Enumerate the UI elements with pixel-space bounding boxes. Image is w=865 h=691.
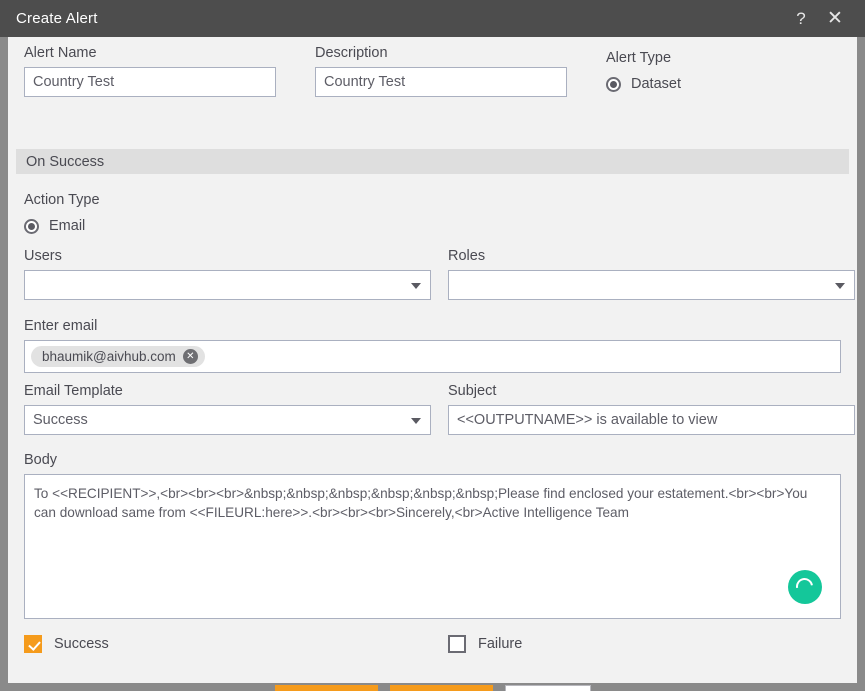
on-success-section-header: On Success — [16, 149, 849, 174]
action-type-radio-email[interactable]: Email — [24, 218, 100, 234]
body-textarea-wrapper — [24, 474, 841, 619]
alert-name-input[interactable] — [24, 67, 276, 97]
checkbox-failure-label: Failure — [478, 636, 523, 652]
checkbox-failure[interactable]: Failure — [448, 635, 522, 653]
subject-label: Subject — [448, 383, 497, 399]
on-success-section-label: On Success — [26, 153, 105, 170]
cancel-button[interactable]: Cancel — [504, 685, 591, 691]
checkbox-success[interactable]: Success — [24, 635, 109, 653]
roles-label: Roles — [448, 248, 486, 264]
enter-email-field-group: Enter email bhaumik@aivhub.com ✕ — [24, 318, 841, 373]
email-template-label: Email Template — [24, 383, 123, 399]
alert-type-radio-dataset[interactable]: Dataset — [606, 76, 826, 92]
email-chip-label: bhaumik@aivhub.com — [42, 349, 176, 364]
radio-selected-icon — [606, 76, 621, 92]
roles-field-group: Roles — [448, 248, 855, 300]
alert-name-label: Alert Name — [24, 45, 97, 61]
action-type-field-group: Action Type Email — [24, 192, 100, 234]
top-fields-row: Alert Name Description Alert Type Datase… — [16, 45, 849, 117]
submit-button[interactable]: Submit — [389, 685, 493, 691]
action-type-label: Action Type — [24, 192, 100, 208]
titlebar-actions: ? ✕ — [793, 9, 865, 28]
description-field-group: Description — [315, 45, 567, 97]
email-template-selected-value: Success — [33, 412, 88, 428]
close-icon[interactable]: ✕ — [827, 9, 843, 28]
dialog-body: Alert Name Description Alert Type Datase… — [8, 37, 857, 691]
description-input[interactable] — [315, 67, 567, 97]
users-field-group: Users — [24, 248, 431, 300]
create-alert-dialog: Create Alert ? ✕ Alert Name Description … — [0, 0, 865, 691]
subject-field-group: Subject — [448, 383, 855, 435]
roles-dropdown[interactable] — [448, 270, 855, 300]
email-template-field-group: Email Template Success — [24, 383, 431, 435]
enter-email-label: Enter email — [24, 318, 98, 334]
dialog-title: Create Alert — [16, 10, 98, 27]
subject-input[interactable] — [448, 405, 855, 435]
checkbox-success-label: Success — [54, 636, 109, 652]
checkbox-unchecked-icon — [448, 635, 466, 653]
chevron-down-icon — [411, 283, 421, 289]
users-label: Users — [24, 248, 62, 264]
body-field-group: Body — [24, 452, 841, 619]
body-label: Body — [24, 452, 58, 468]
action-type-option-label: Email — [49, 218, 86, 234]
alert-name-field-group: Alert Name — [24, 45, 276, 97]
previous-button[interactable]: Previous — [274, 685, 378, 691]
radio-selected-icon — [24, 218, 39, 234]
description-label: Description — [315, 45, 388, 61]
question-mark-icon[interactable]: ? — [793, 10, 809, 27]
email-chip: bhaumik@aivhub.com ✕ — [31, 346, 205, 367]
screen-root: Create Alert ? ✕ Alert Name Description … — [0, 0, 865, 691]
loading-spinner-icon — [788, 570, 822, 604]
dialog-titlebar: Create Alert ? ✕ — [0, 0, 865, 37]
chevron-down-icon — [835, 283, 845, 289]
alert-type-label: Alert Type — [606, 50, 672, 66]
users-dropdown[interactable] — [24, 270, 431, 300]
chevron-down-icon — [411, 418, 421, 424]
alert-type-option-label: Dataset — [631, 76, 681, 92]
trigger-checkbox-row: Success Failure — [24, 635, 841, 659]
email-chip-input[interactable]: bhaumik@aivhub.com ✕ — [24, 340, 841, 373]
body-textarea[interactable] — [25, 475, 840, 618]
checkbox-checked-icon — [24, 635, 42, 653]
alert-type-field-group: Alert Type Dataset — [606, 50, 826, 92]
email-template-dropdown[interactable]: Success — [24, 405, 431, 435]
dialog-footer: Previous Submit Cancel — [8, 685, 857, 691]
remove-chip-icon[interactable]: ✕ — [182, 349, 198, 364]
